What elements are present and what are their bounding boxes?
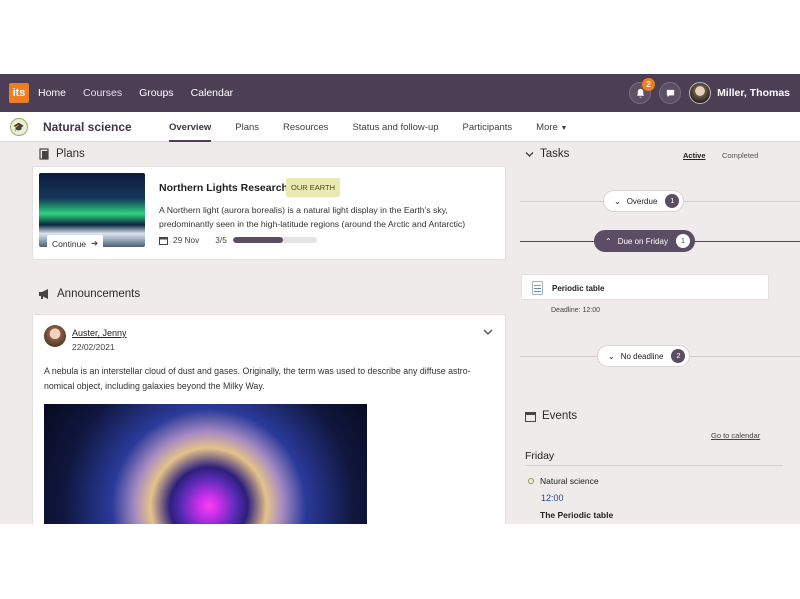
due-friday-group-toggle[interactable]: ⌃ Due on Friday 1 <box>594 230 695 252</box>
plans-heading-text: Plans <box>56 148 85 160</box>
task-item[interactable]: Periodic table <box>521 274 769 300</box>
overdue-label: Overdue <box>626 196 658 206</box>
tab-status-follow-up[interactable]: Status and follow-up <box>352 112 438 142</box>
nav-courses[interactable]: Courses <box>83 87 122 99</box>
caret-down-icon: ▼ <box>560 125 568 132</box>
course-title: Natural science <box>43 120 132 134</box>
plans-heading: Plans <box>38 148 85 160</box>
chevron-down-icon: ⌄ <box>614 196 621 206</box>
plan-description-line-2: predominantly seen in the high-latitude … <box>159 219 466 229</box>
due-friday-label: Due on Friday <box>617 236 668 246</box>
chevron-down-icon[interactable] <box>483 328 493 336</box>
nebula-image <box>44 404 367 524</box>
chevron-down-icon[interactable] <box>525 151 534 158</box>
notification-badge: 2 <box>642 78 656 91</box>
its-logo[interactable]: its <box>9 83 29 103</box>
top-right-controls: 2 Miller, Thomas <box>629 74 790 112</box>
notifications-button[interactable]: 2 <box>629 78 656 104</box>
events-heading-text: Events <box>542 410 578 422</box>
main-nav: Home Courses Groups Calendar <box>38 74 250 112</box>
event-time: 12:00 <box>541 493 564 503</box>
author-avatar <box>44 325 66 347</box>
nav-calendar[interactable]: Calendar <box>191 87 234 99</box>
calendar-icon <box>525 411 536 422</box>
no-deadline-label: No deadline <box>620 351 664 361</box>
nav-home[interactable]: Home <box>38 87 66 99</box>
plan-date: 29 Nov <box>173 235 200 245</box>
announcements-heading: Announcements <box>38 288 140 300</box>
task-name[interactable]: Periodic table <box>552 284 604 293</box>
event-title[interactable]: The Periodic table <box>540 510 613 520</box>
nav-groups[interactable]: Groups <box>139 87 173 99</box>
announcement-text-line-1: A nebula is an interstellar cloud of dus… <box>44 366 471 376</box>
plan-progress-text: 3/5 <box>215 235 227 245</box>
plan-description-line-1: A Northern light (aurora borealis) is a … <box>159 205 448 215</box>
go-to-calendar-link[interactable]: Go to calendar <box>711 431 760 440</box>
plan-card[interactable]: Continue ➔ Northern Lights Research OUR … <box>32 166 506 260</box>
user-avatar[interactable] <box>689 82 712 104</box>
document-icon <box>532 281 543 295</box>
plan-tag: OUR EARTH <box>286 178 341 197</box>
tasks-heading-text: Tasks <box>540 148 570 160</box>
events-heading: Events <box>525 410 577 422</box>
task-deadline: Deadline: 12:00 <box>551 307 601 314</box>
messages-button[interactable] <box>659 82 682 104</box>
calendar-icon <box>159 236 168 245</box>
announcements-heading-text: Announcements <box>57 288 141 300</box>
continue-button[interactable]: Continue ➔ <box>47 235 104 248</box>
plan-description: A Northern light (aurora borealis) is a … <box>159 203 495 231</box>
tab-resources[interactable]: Resources <box>283 112 328 142</box>
chevron-up-icon: ⌃ <box>605 236 612 246</box>
tab-plans[interactable]: Plans <box>235 112 259 142</box>
no-deadline-count: 2 <box>671 349 686 363</box>
tasks-heading: Tasks <box>525 148 569 160</box>
filter-completed[interactable]: Completed <box>722 151 758 160</box>
megaphone-icon <box>39 289 48 299</box>
event-course: Natural science <box>540 476 599 486</box>
graduation-cap-icon: 🎓 <box>10 118 28 136</box>
plan-progress-bar <box>232 237 317 243</box>
tab-participants[interactable]: Participants <box>463 112 513 142</box>
plan-meta: 29 Nov 3/5 <box>159 235 317 245</box>
announcement-text-line-2: nomical object, including galaxies beyon… <box>44 381 265 391</box>
announcement-card: Auster, Jenny 22/02/2021 A nebula is an … <box>32 314 506 524</box>
filter-active[interactable]: Active <box>683 151 706 160</box>
announcement-text: A nebula is an interstellar cloud of dus… <box>44 364 494 394</box>
overdue-group-toggle[interactable]: ⌄ Overdue 1 <box>603 190 685 212</box>
due-friday-count: 1 <box>675 234 690 248</box>
plan-title[interactable]: Northern Lights Research <box>159 182 288 194</box>
chevron-down-icon: ⌄ <box>608 351 615 361</box>
overdue-count: 1 <box>665 194 680 208</box>
post-date: 22/02/2021 <box>72 342 115 352</box>
event-dot-icon <box>528 478 534 484</box>
chat-icon <box>666 89 674 97</box>
tab-more-label: More <box>536 122 558 133</box>
tab-more[interactable]: More ▼ <box>536 112 567 142</box>
no-deadline-group-toggle[interactable]: ⌄ No deadline 2 <box>597 345 691 367</box>
tab-overview[interactable]: Overview <box>169 112 212 142</box>
event-day: Friday <box>525 450 555 462</box>
top-bar: its Home Courses Groups Calendar 2 Mille… <box>0 74 800 112</box>
day-divider <box>525 465 783 466</box>
clipboard-icon <box>39 148 49 160</box>
continue-label: Continue <box>52 238 87 248</box>
aurora-image: Continue ➔ <box>39 173 145 247</box>
plan-progress-fill <box>232 237 284 243</box>
author-name[interactable]: Auster, Jenny <box>72 328 127 338</box>
course-subnav: 🎓 Natural science Overview Plans Resourc… <box>0 112 800 142</box>
course-tabs: Overview Plans Resources Status and foll… <box>169 112 591 142</box>
app-frame: its Home Courses Groups Calendar 2 Mille… <box>0 74 800 524</box>
arrow-right-icon: ➔ <box>91 238 99 247</box>
user-name[interactable]: Miller, Thomas <box>717 87 790 99</box>
